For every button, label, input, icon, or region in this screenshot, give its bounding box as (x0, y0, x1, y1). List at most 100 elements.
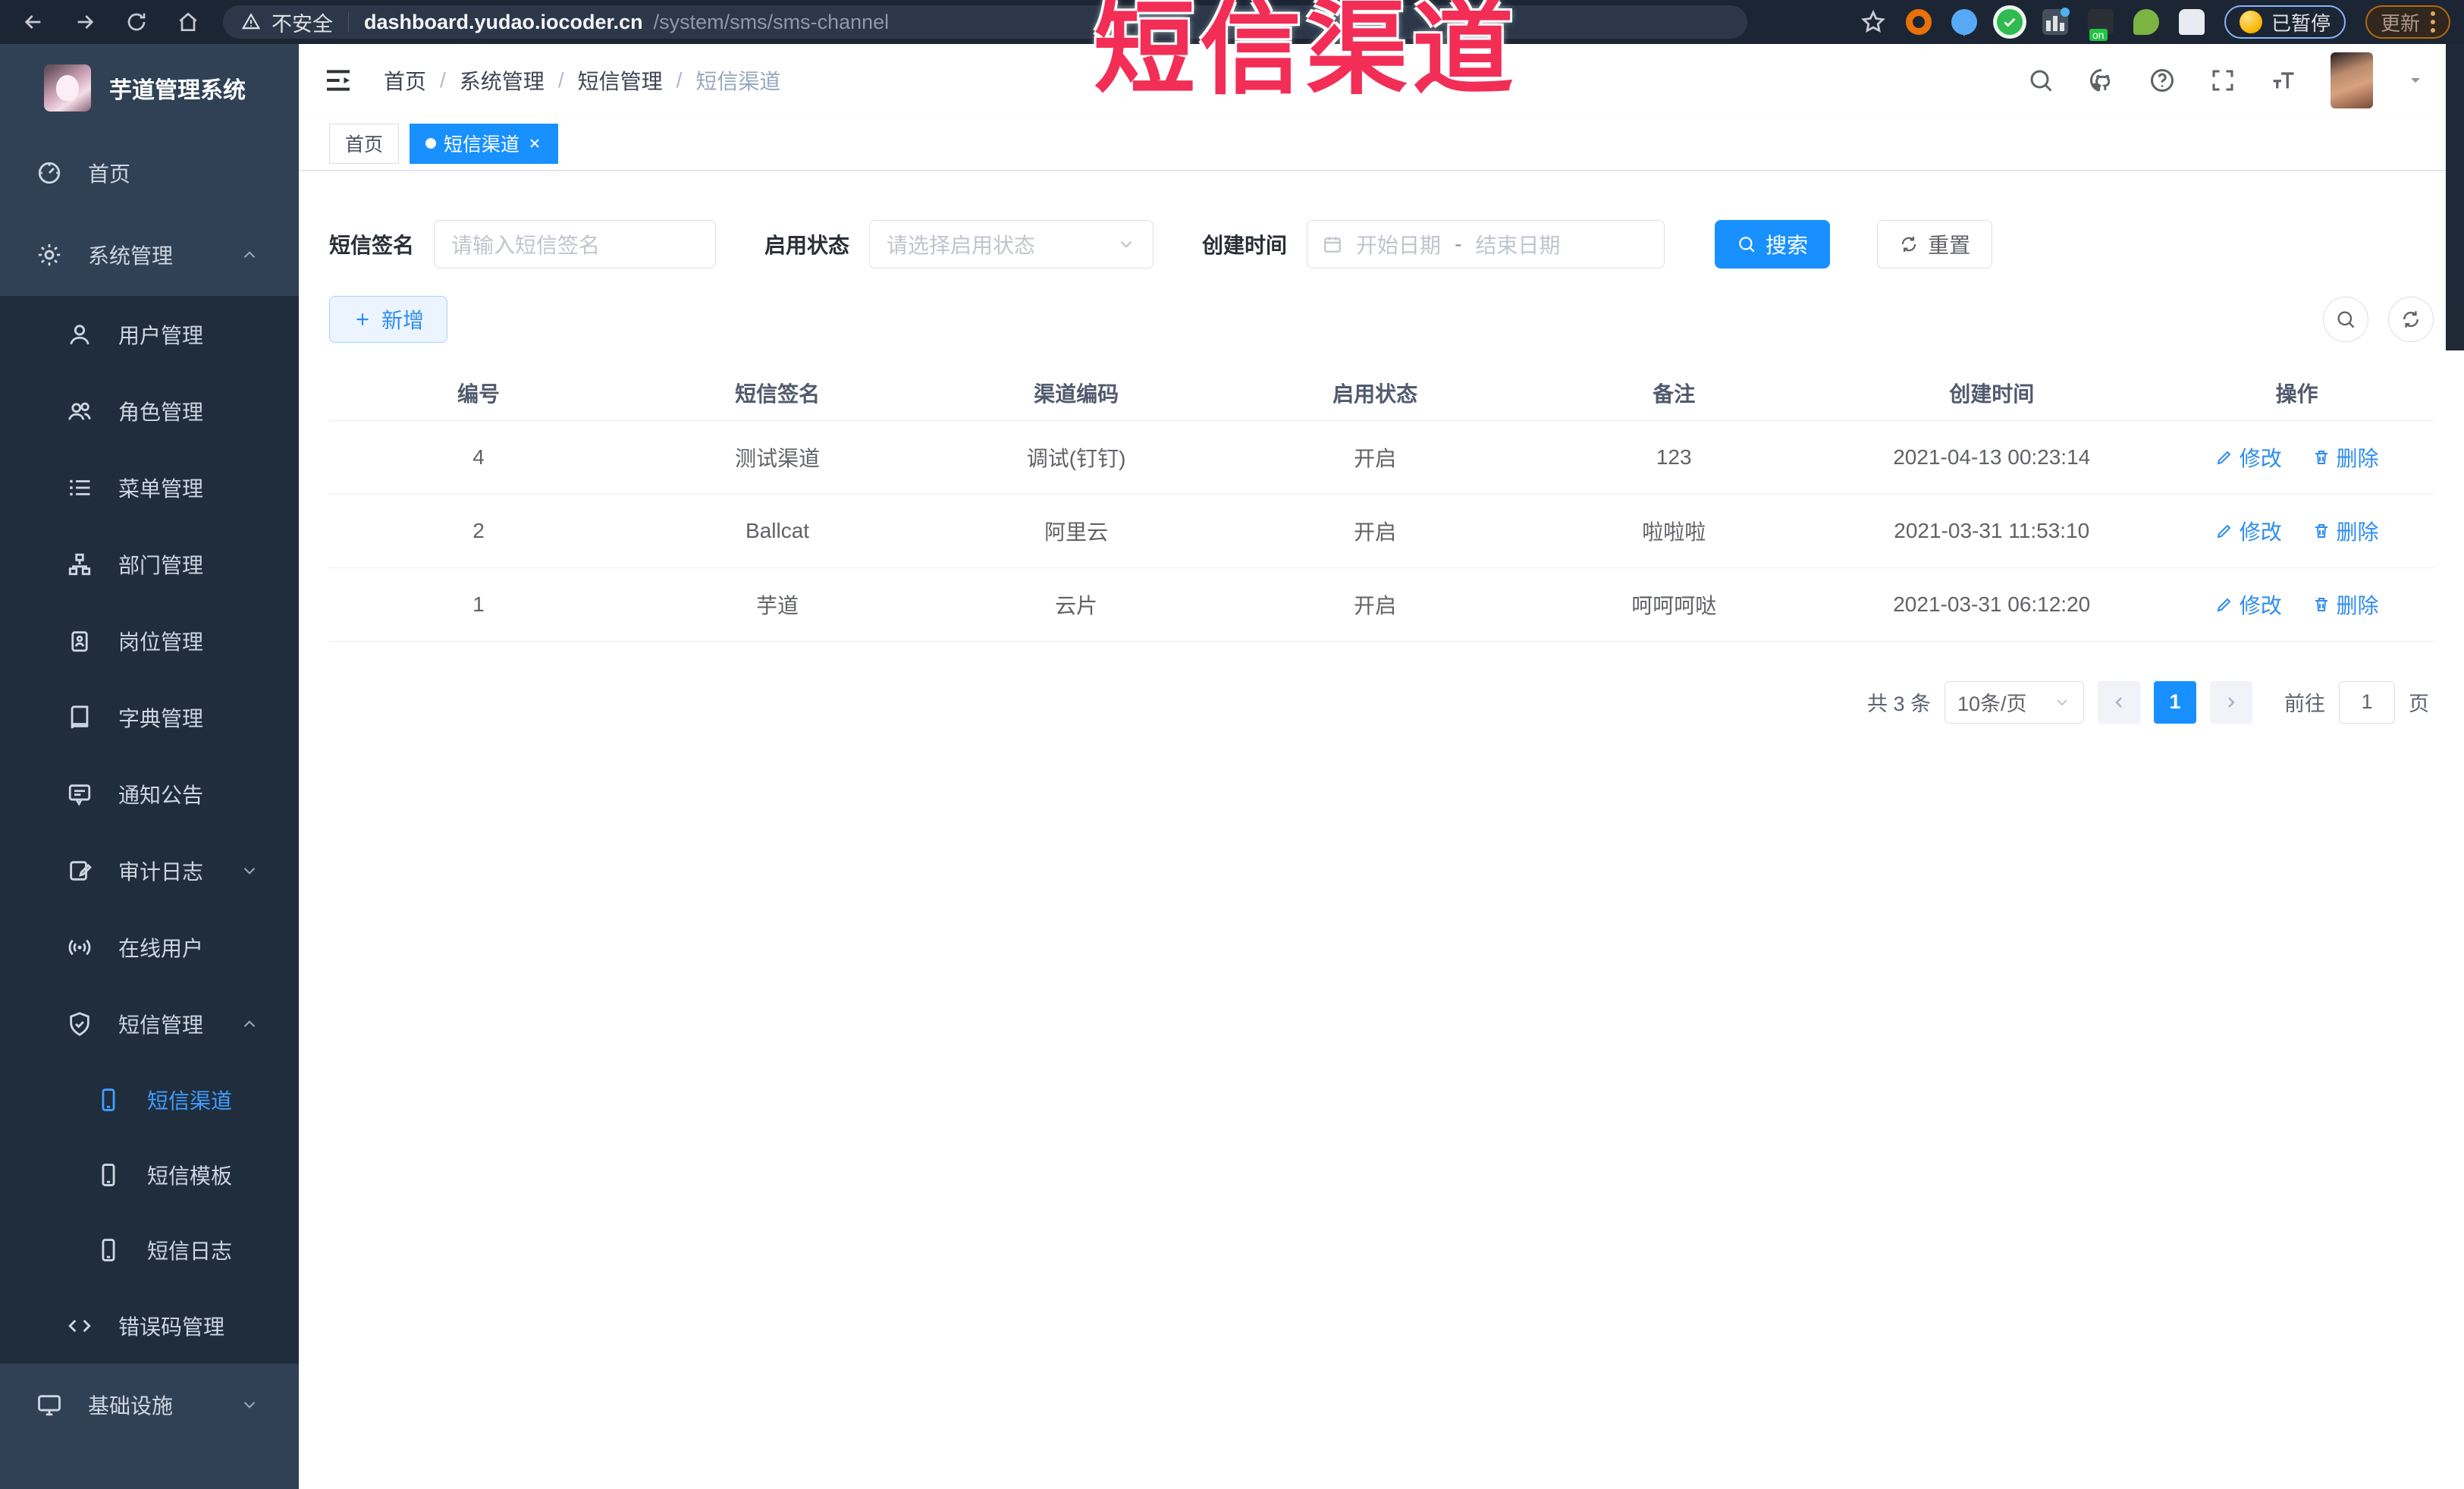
sidebar-item-menus[interactable]: 菜单管理 (0, 449, 299, 526)
extension-icon-pin[interactable] (1951, 9, 1977, 36)
refresh-table-button[interactable] (2388, 297, 2434, 342)
page-size-select[interactable]: 10条/页 (1945, 680, 2084, 724)
not-secure-label[interactable]: 不安全 (272, 8, 333, 37)
sidebar-item-audit-log[interactable]: 审计日志 (0, 832, 299, 909)
sign-input[interactable]: 请输入短信签名 (434, 220, 717, 269)
sidebar-item-error-code[interactable]: 错误码管理 (0, 1287, 299, 1364)
extension-icon-on-badge[interactable] (2087, 9, 2114, 41)
extension-icon-leaf[interactable] (2133, 9, 2159, 35)
breadcrumb-current: 短信渠道 (695, 70, 781, 93)
edit-link[interactable]: 修改 (2215, 516, 2282, 546)
breadcrumb-system[interactable]: 系统管理 (460, 65, 545, 96)
trash-icon (2312, 448, 2331, 466)
extension-icon-columns[interactable] (2042, 8, 2070, 35)
sidebar-item-sms-template[interactable]: 短信模板 (0, 1137, 299, 1212)
users-icon (67, 398, 93, 424)
date-start-placeholder: 开始日期 (1356, 234, 1442, 257)
status-select[interactable]: 请选择启用状态 (869, 220, 1154, 269)
active-tab-dot (425, 138, 437, 149)
extension-icon-ghost[interactable] (2178, 9, 2205, 35)
sidebar-item-dict[interactable]: 字典管理 (0, 679, 299, 755)
sidebar-item-posts[interactable]: 岗位管理 (0, 602, 299, 679)
search-icon (2335, 309, 2356, 330)
browser-update-button[interactable]: 更新 (2365, 5, 2450, 39)
sidebar-item-home[interactable]: 首页 (0, 132, 299, 214)
app-logo[interactable]: 芋道管理系统 (0, 44, 299, 132)
status-label: 启用状态 (764, 234, 850, 257)
chevron-right-icon (2222, 693, 2240, 712)
delete-link[interactable]: 删除 (2312, 442, 2379, 473)
date-range-picker[interactable]: 开始日期 - 结束日期 (1307, 220, 1665, 269)
font-size-icon[interactable] (2270, 67, 2297, 94)
forward-icon[interactable] (73, 10, 97, 34)
tags-view-bar: 首页 短信渠道 (299, 117, 2464, 171)
org-tree-icon (67, 551, 93, 577)
sidebar-item-sms-channel[interactable]: 短信渠道 (0, 1062, 299, 1137)
goto-page-input[interactable]: 1 (2339, 680, 2395, 724)
sidebar-item-online-users[interactable]: 在线用户 (0, 909, 299, 985)
total-count: 共 3 条 (1866, 693, 1931, 715)
chevron-down-icon (240, 861, 259, 881)
message-icon (67, 781, 93, 807)
fullscreen-icon[interactable] (2209, 67, 2236, 94)
reset-button[interactable]: 重置 (1877, 220, 1993, 269)
user-icon (67, 322, 93, 347)
extension-icon-orange[interactable] (1905, 9, 1932, 35)
book-icon (67, 705, 93, 730)
avatar[interactable] (2331, 52, 2373, 108)
emoji-face-icon (2239, 11, 2262, 33)
prev-page-button[interactable] (2098, 680, 2140, 724)
search-button[interactable]: 搜索 (1715, 220, 1831, 269)
trash-icon (2312, 522, 2331, 540)
add-button[interactable]: 新增 (329, 296, 448, 343)
extension-icon-check[interactable] (1996, 9, 2023, 35)
url-divider (348, 12, 349, 32)
sign-label: 短信签名 (329, 234, 415, 257)
tab-home[interactable]: 首页 (329, 123, 400, 164)
phone-icon (96, 1162, 121, 1188)
breadcrumb: 首页 / 系统管理 / 短信管理 / 短信渠道 (384, 65, 780, 96)
filter-form: 短信签名 请输入短信签名 启用状态 请选择启用状态 创建时间 开始日期 - 结束… (329, 220, 2434, 269)
sidebar-item-sms-log[interactable]: 短信日志 (0, 1212, 299, 1287)
sidebar-item-departments[interactable]: 部门管理 (0, 526, 299, 602)
github-icon[interactable] (2088, 67, 2115, 94)
sms-channel-table: 编号 短信签名 渠道编码 启用状态 备注 创建时间 操作 4 测试渠道 调试(钉… (329, 366, 2434, 642)
edit-link[interactable]: 修改 (2215, 442, 2282, 473)
question-icon[interactable] (2149, 67, 2176, 94)
browser-scrollbar[interactable] (2446, 44, 2464, 350)
search-icon[interactable] (2027, 67, 2054, 94)
update-label: 更新 (2380, 11, 2420, 35)
plus-icon (353, 309, 372, 329)
caret-down-icon[interactable] (2406, 71, 2425, 90)
sidebar-item-system[interactable]: 系统管理 (0, 214, 299, 296)
breadcrumb-sms[interactable]: 短信管理 (578, 65, 663, 96)
delete-link[interactable]: 删除 (2312, 589, 2379, 620)
current-page-button[interactable]: 1 (2154, 680, 2196, 724)
main-content: 短信签名 请输入短信签名 启用状态 请选择启用状态 创建时间 开始日期 - 结束… (299, 171, 2464, 1489)
sidebar-item-infrastructure[interactable]: 基础设施 (0, 1364, 299, 1446)
chevron-up-icon (240, 245, 259, 265)
paused-extension-badge[interactable]: 已暂停 (2224, 5, 2346, 39)
browser-menu-icon[interactable] (2431, 11, 2435, 33)
sidebar-item-users[interactable]: 用户管理 (0, 296, 299, 372)
logo-image (44, 64, 91, 112)
pencil-icon (2215, 595, 2233, 614)
edit-link[interactable]: 修改 (2215, 589, 2282, 620)
home-icon[interactable] (176, 10, 200, 34)
badge-icon (67, 628, 93, 654)
url-bar[interactable]: 不安全 dashboard.yudao.iocoder.cn/system/sm… (223, 5, 1747, 39)
tab-sms-channel[interactable]: 短信渠道 (410, 123, 559, 164)
delete-link[interactable]: 删除 (2312, 516, 2379, 546)
close-icon[interactable] (527, 136, 542, 151)
toggle-search-button[interactable] (2323, 297, 2368, 342)
online-signal-icon (67, 935, 93, 960)
back-icon[interactable] (21, 10, 46, 34)
hamburger-icon[interactable] (323, 65, 353, 96)
next-page-button[interactable] (2210, 680, 2252, 724)
bookmark-star-icon[interactable] (1860, 9, 1886, 35)
sidebar-item-sms[interactable]: 短信管理 (0, 985, 299, 1062)
breadcrumb-home[interactable]: 首页 (384, 65, 426, 96)
reload-icon[interactable] (124, 10, 149, 34)
sidebar-item-notice[interactable]: 通知公告 (0, 755, 299, 832)
sidebar-item-roles[interactable]: 角色管理 (0, 372, 299, 449)
